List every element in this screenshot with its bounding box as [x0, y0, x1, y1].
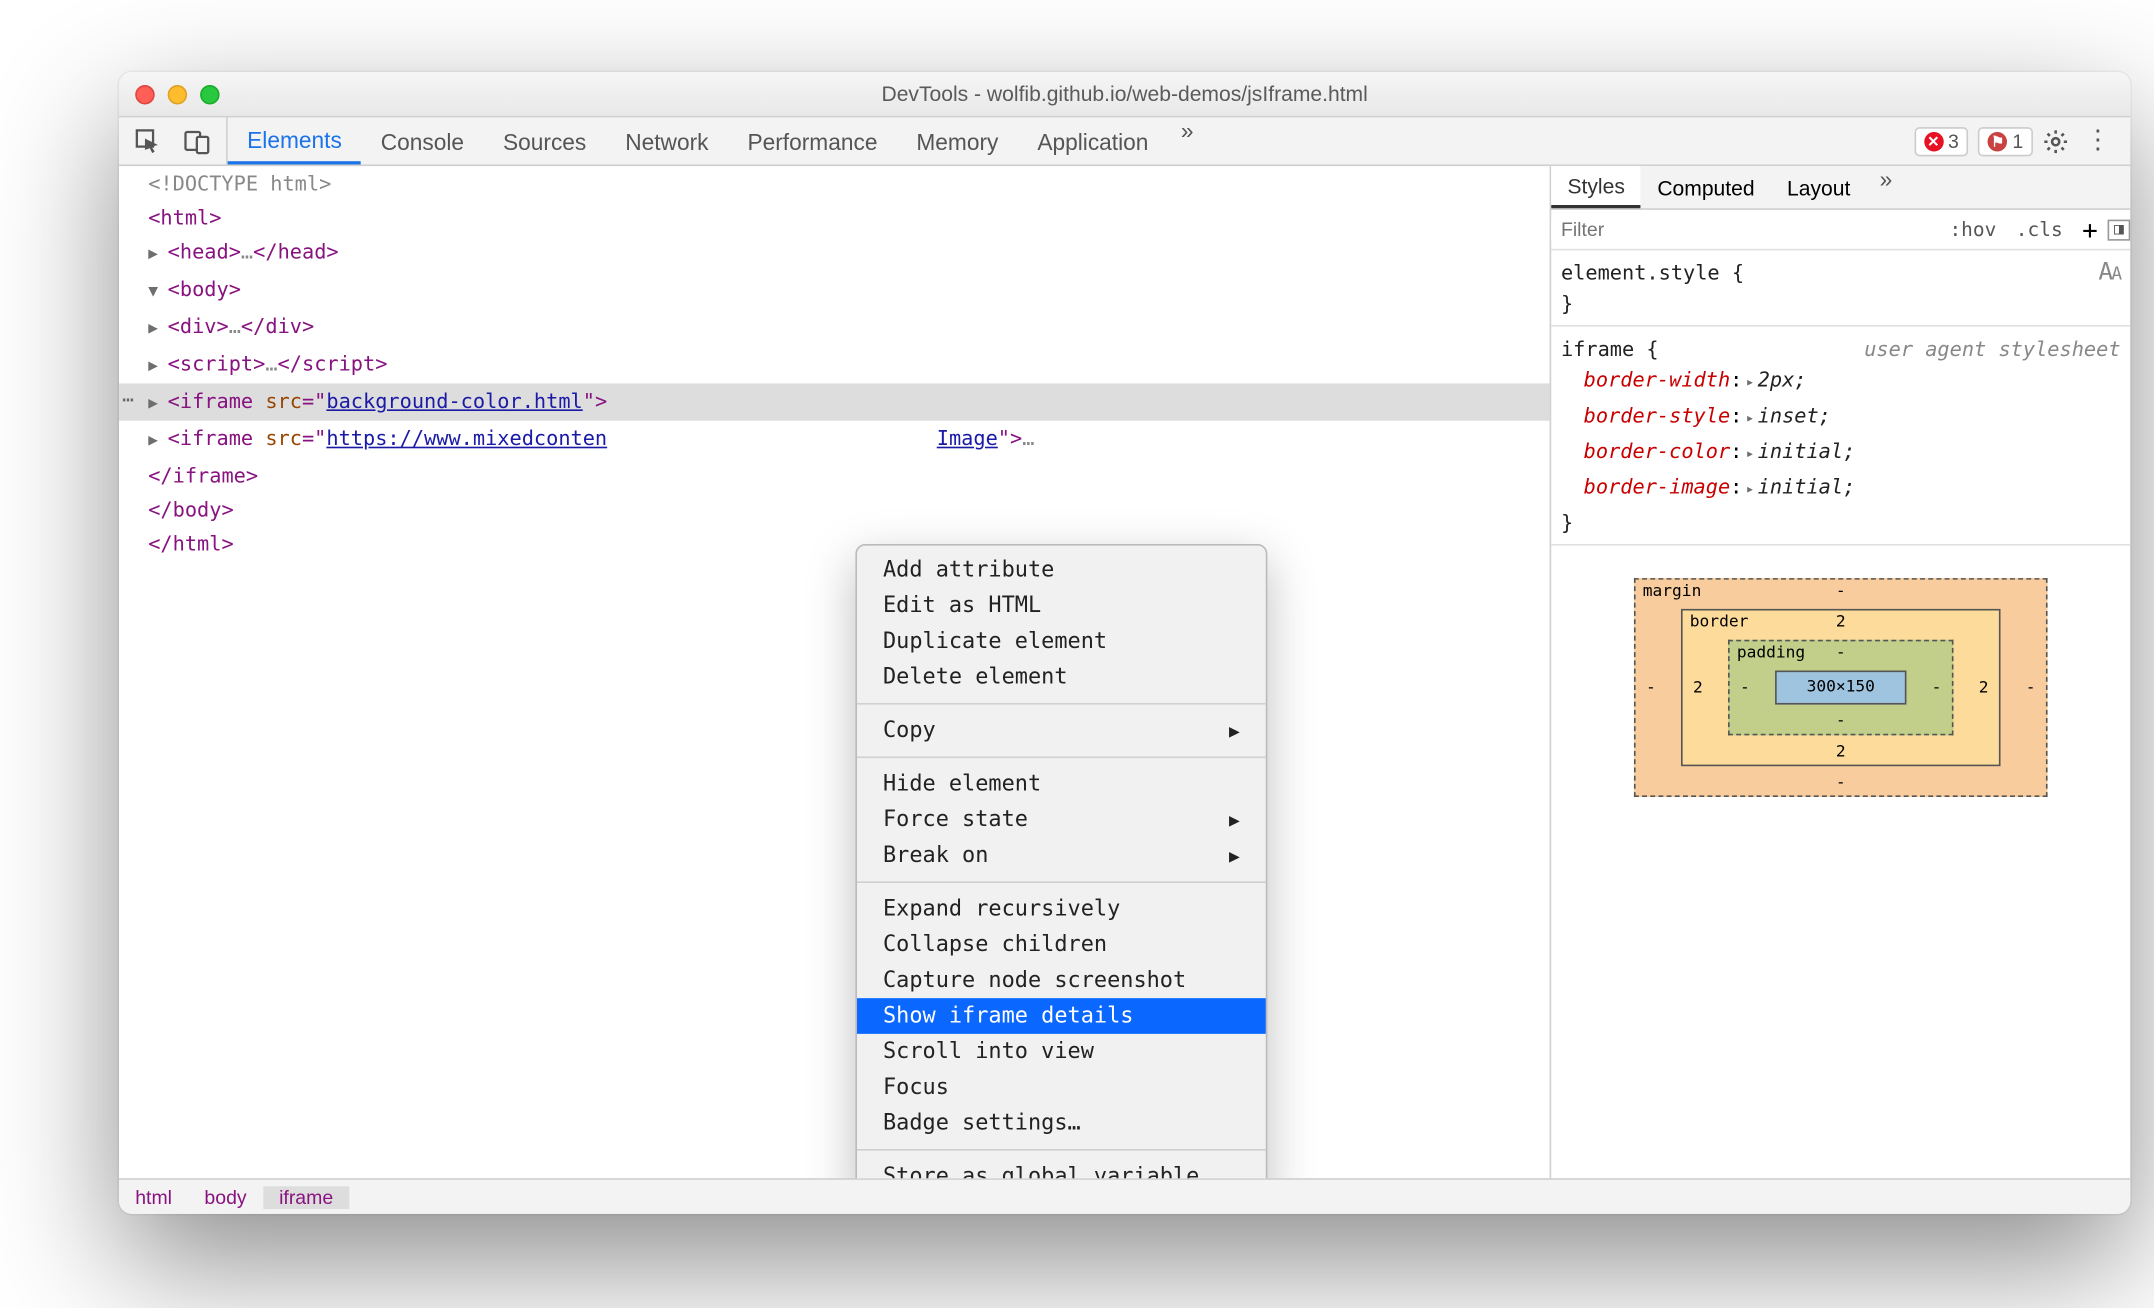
- errors-count: 3: [1948, 130, 1959, 153]
- crumb-body[interactable]: body: [188, 1186, 263, 1209]
- ctx-expand-recursively[interactable]: Expand recursively: [857, 891, 1266, 927]
- error-icon: ✕: [1924, 131, 1943, 150]
- side-tab-layout[interactable]: Layout: [1771, 166, 1867, 208]
- ctx-capture-screenshot[interactable]: Capture node screenshot: [857, 962, 1266, 998]
- side-tab-computed[interactable]: Computed: [1641, 166, 1771, 208]
- ctx-badge-settings[interactable]: Badge settings…: [857, 1105, 1266, 1141]
- window-titlebar: DevTools - wolfib.github.io/web-demos/js…: [119, 72, 2130, 117]
- tab-memory[interactable]: Memory: [897, 117, 1018, 164]
- inspect-icon[interactable]: [135, 128, 161, 154]
- element-style-rule[interactable]: element.style { AA }: [1551, 250, 2130, 326]
- div-node[interactable]: div: [180, 314, 217, 338]
- dom-tree-panel[interactable]: <!DOCTYPE html> <html> ▶<head>…</head> ▼…: [119, 166, 1550, 1178]
- more-side-tabs-icon[interactable]: »: [1867, 166, 1906, 208]
- iframe-ua-rule[interactable]: iframe { user agent stylesheet border-wi…: [1551, 327, 2130, 546]
- more-tabs-icon[interactable]: »: [1168, 117, 1207, 164]
- iframe-node-selected[interactable]: ▶<iframe src="background-color.html">: [119, 383, 1550, 420]
- ctx-store-global[interactable]: Store as global variable: [857, 1159, 1266, 1178]
- tab-elements[interactable]: Elements: [228, 117, 362, 164]
- side-tab-styles[interactable]: Styles: [1551, 166, 1641, 208]
- tab-application[interactable]: Application: [1018, 117, 1168, 164]
- styles-filter-bar: :hov .cls + ◨: [1551, 210, 2130, 251]
- chevron-right-icon: ▶: [1229, 809, 1240, 830]
- box-model-diagram[interactable]: margin - - - - border 2 2 2 2 padding: [1551, 546, 2130, 830]
- issues-count: 1: [2012, 130, 2023, 153]
- window-title: DevTools - wolfib.github.io/web-demos/js…: [119, 82, 2130, 106]
- box-model-content: 300×150: [1776, 671, 1906, 705]
- ctx-delete-element[interactable]: Delete element: [857, 659, 1266, 695]
- ctx-force-state[interactable]: Force state▶: [857, 802, 1266, 838]
- issues-badge[interactable]: ⚑ 1: [1978, 126, 2033, 155]
- tab-sources[interactable]: Sources: [484, 117, 606, 164]
- iframe-node-2[interactable]: ▶<iframe src="https://www.mixedconten Im…: [119, 421, 1550, 458]
- ctx-break-on[interactable]: Break on▶: [857, 838, 1266, 874]
- crumb-iframe[interactable]: iframe: [263, 1186, 350, 1209]
- devtools-window: DevTools - wolfib.github.io/web-demos/js…: [119, 72, 2130, 1214]
- tab-performance[interactable]: Performance: [728, 117, 897, 164]
- ctx-copy[interactable]: Copy▶: [857, 713, 1266, 749]
- font-size-icon[interactable]: AA: [2098, 257, 2120, 289]
- new-rule-icon[interactable]: +: [2072, 214, 2107, 245]
- styles-sidebar: Styles Computed Layout » :hov .cls + ◨ e…: [1550, 166, 2131, 1178]
- ctx-focus[interactable]: Focus: [857, 1070, 1266, 1106]
- ctx-scroll-into-view[interactable]: Scroll into view: [857, 1034, 1266, 1070]
- dom-breadcrumb: html body iframe: [119, 1178, 2130, 1214]
- doctype-node[interactable]: <!DOCTYPE html>: [148, 171, 331, 195]
- ctx-show-iframe-details[interactable]: Show iframe details: [857, 998, 1266, 1034]
- device-toggle-icon[interactable]: [184, 128, 210, 154]
- tab-console[interactable]: Console: [361, 117, 483, 164]
- errors-badge[interactable]: ✕ 3: [1914, 126, 1969, 155]
- chevron-right-icon: ▶: [1229, 845, 1240, 866]
- html-open[interactable]: html: [160, 205, 209, 229]
- ctx-add-attribute[interactable]: Add attribute: [857, 552, 1266, 588]
- head-node[interactable]: head: [180, 239, 229, 263]
- ctx-edit-as-html[interactable]: Edit as HTML: [857, 588, 1266, 624]
- ctx-duplicate-element[interactable]: Duplicate element: [857, 623, 1266, 659]
- hov-toggle[interactable]: :hov: [1940, 218, 2006, 241]
- chevron-right-icon: ▶: [1229, 720, 1240, 741]
- settings-icon[interactable]: [2043, 128, 2069, 154]
- ctx-collapse-children[interactable]: Collapse children: [857, 927, 1266, 963]
- sidebar-collapse-icon[interactable]: ◨: [2108, 219, 2131, 240]
- script-node[interactable]: script: [180, 351, 253, 375]
- context-menu: Add attribute Edit as HTML Duplicate ele…: [855, 544, 1267, 1178]
- issue-icon: ⚑: [1988, 131, 2007, 150]
- body-node[interactable]: body: [180, 276, 229, 300]
- crumb-html[interactable]: html: [119, 1186, 188, 1209]
- main-toolbar: Elements Console Sources Network Perform…: [119, 117, 2130, 166]
- ctx-hide-element[interactable]: Hide element: [857, 766, 1266, 802]
- sidebar-tabs: Styles Computed Layout »: [1551, 166, 2130, 210]
- work-area: <!DOCTYPE html> <html> ▶<head>…</head> ▼…: [119, 166, 2130, 1178]
- cls-toggle[interactable]: .cls: [2006, 218, 2072, 241]
- panel-tabs: Elements Console Sources Network Perform…: [228, 117, 1207, 164]
- more-menu-icon[interactable]: ⋮: [2078, 128, 2117, 154]
- tab-network[interactable]: Network: [606, 117, 728, 164]
- styles-filter-input[interactable]: [1551, 218, 1939, 241]
